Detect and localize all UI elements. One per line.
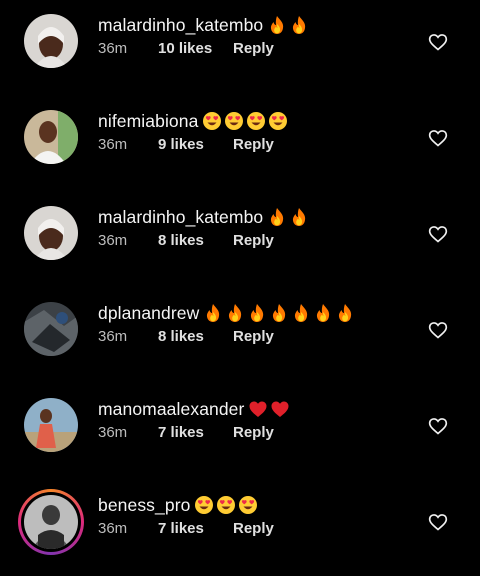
like-heart-icon[interactable] bbox=[428, 32, 448, 52]
comment-username[interactable]: nifemiabiona bbox=[98, 110, 288, 132]
comment-emojis bbox=[267, 15, 309, 35]
reply-button[interactable]: Reply bbox=[233, 424, 274, 441]
comment-time: 36m bbox=[98, 136, 128, 153]
comment-meta: 36m 8 likes Reply bbox=[98, 232, 274, 249]
comment-meta: 36m 10 likes Reply bbox=[98, 40, 274, 57]
fire-emoji-icon bbox=[289, 207, 309, 227]
comment-time: 36m bbox=[98, 232, 128, 249]
fire-emoji-icon bbox=[289, 15, 309, 35]
comment-item: nifemiabiona 36m 9 likes Reply bbox=[0, 96, 480, 192]
heart-eyes-emoji-icon bbox=[224, 111, 244, 131]
comment-meta: 36m 7 likes Reply bbox=[98, 424, 274, 441]
heart-eyes-emoji-icon bbox=[238, 495, 258, 515]
comment-meta: 36m 9 likes Reply bbox=[98, 136, 274, 153]
avatar-story-ring[interactable] bbox=[18, 489, 84, 555]
avatar bbox=[21, 492, 81, 552]
fire-emoji-icon bbox=[203, 303, 223, 323]
fire-emoji-icon bbox=[267, 207, 287, 227]
heart-eyes-emoji-icon bbox=[202, 111, 222, 131]
avatar[interactable] bbox=[24, 206, 78, 260]
reply-button[interactable]: Reply bbox=[233, 520, 274, 537]
like-heart-icon[interactable] bbox=[428, 416, 448, 436]
like-heart-icon[interactable] bbox=[428, 320, 448, 340]
reply-button[interactable]: Reply bbox=[233, 232, 274, 249]
like-heart-icon[interactable] bbox=[428, 224, 448, 244]
comment-likes[interactable]: 7 likes bbox=[158, 520, 233, 537]
comment-username[interactable]: manomaalexander bbox=[98, 398, 290, 420]
comment-emojis bbox=[203, 303, 355, 323]
comment-time: 36m bbox=[98, 424, 128, 441]
comment-meta: 36m 8 likes Reply bbox=[98, 328, 274, 345]
fire-emoji-icon bbox=[267, 15, 287, 35]
comment-likes[interactable]: 7 likes bbox=[158, 424, 233, 441]
comment-item: malardinho_katembo 36m 8 likes Reply bbox=[0, 192, 480, 288]
avatar[interactable] bbox=[24, 302, 78, 356]
comment-item: beness_pro 36m 7 likes Reply bbox=[0, 480, 480, 576]
fire-emoji-icon bbox=[269, 303, 289, 323]
comment-likes[interactable]: 10 likes bbox=[158, 40, 233, 57]
comment-meta: 36m 7 likes Reply bbox=[98, 520, 274, 537]
fire-emoji-icon bbox=[247, 303, 267, 323]
comment-username[interactable]: beness_pro bbox=[98, 494, 258, 516]
comment-emojis bbox=[248, 399, 290, 419]
like-heart-icon[interactable] bbox=[428, 512, 448, 532]
reply-button[interactable]: Reply bbox=[233, 136, 274, 153]
reply-button[interactable]: Reply bbox=[233, 328, 274, 345]
fire-emoji-icon bbox=[335, 303, 355, 323]
comment-item: malardinho_katembo 36m 10 likes Reply bbox=[0, 0, 480, 96]
heart-eyes-emoji-icon bbox=[194, 495, 214, 515]
comment-item: dplanandrew 36m 8 likes Reply bbox=[0, 288, 480, 384]
reply-button[interactable]: Reply bbox=[233, 40, 274, 57]
fire-emoji-icon bbox=[291, 303, 311, 323]
fire-emoji-icon bbox=[225, 303, 245, 323]
red-heart-emoji-icon bbox=[270, 399, 290, 419]
comment-time: 36m bbox=[98, 328, 128, 345]
avatar[interactable] bbox=[24, 14, 78, 68]
comment-time: 36m bbox=[98, 520, 128, 537]
red-heart-emoji-icon bbox=[248, 399, 268, 419]
comment-username[interactable]: malardinho_katembo bbox=[98, 14, 309, 36]
heart-eyes-emoji-icon bbox=[216, 495, 236, 515]
comment-likes[interactable]: 9 likes bbox=[158, 136, 233, 153]
comment-username[interactable]: malardinho_katembo bbox=[98, 206, 309, 228]
fire-emoji-icon bbox=[313, 303, 333, 323]
comment-likes[interactable]: 8 likes bbox=[158, 328, 233, 345]
heart-eyes-emoji-icon bbox=[268, 111, 288, 131]
like-heart-icon[interactable] bbox=[428, 128, 448, 148]
comment-time: 36m bbox=[98, 40, 128, 57]
comment-emojis bbox=[194, 495, 258, 515]
heart-eyes-emoji-icon bbox=[246, 111, 266, 131]
comment-likes[interactable]: 8 likes bbox=[158, 232, 233, 249]
avatar[interactable] bbox=[24, 398, 78, 452]
comment-emojis bbox=[202, 111, 288, 131]
comment-emojis bbox=[267, 207, 309, 227]
avatar[interactable] bbox=[24, 110, 78, 164]
comment-username[interactable]: dplanandrew bbox=[98, 302, 355, 324]
comment-item: manomaalexander 36m 7 likes Reply bbox=[0, 384, 480, 480]
